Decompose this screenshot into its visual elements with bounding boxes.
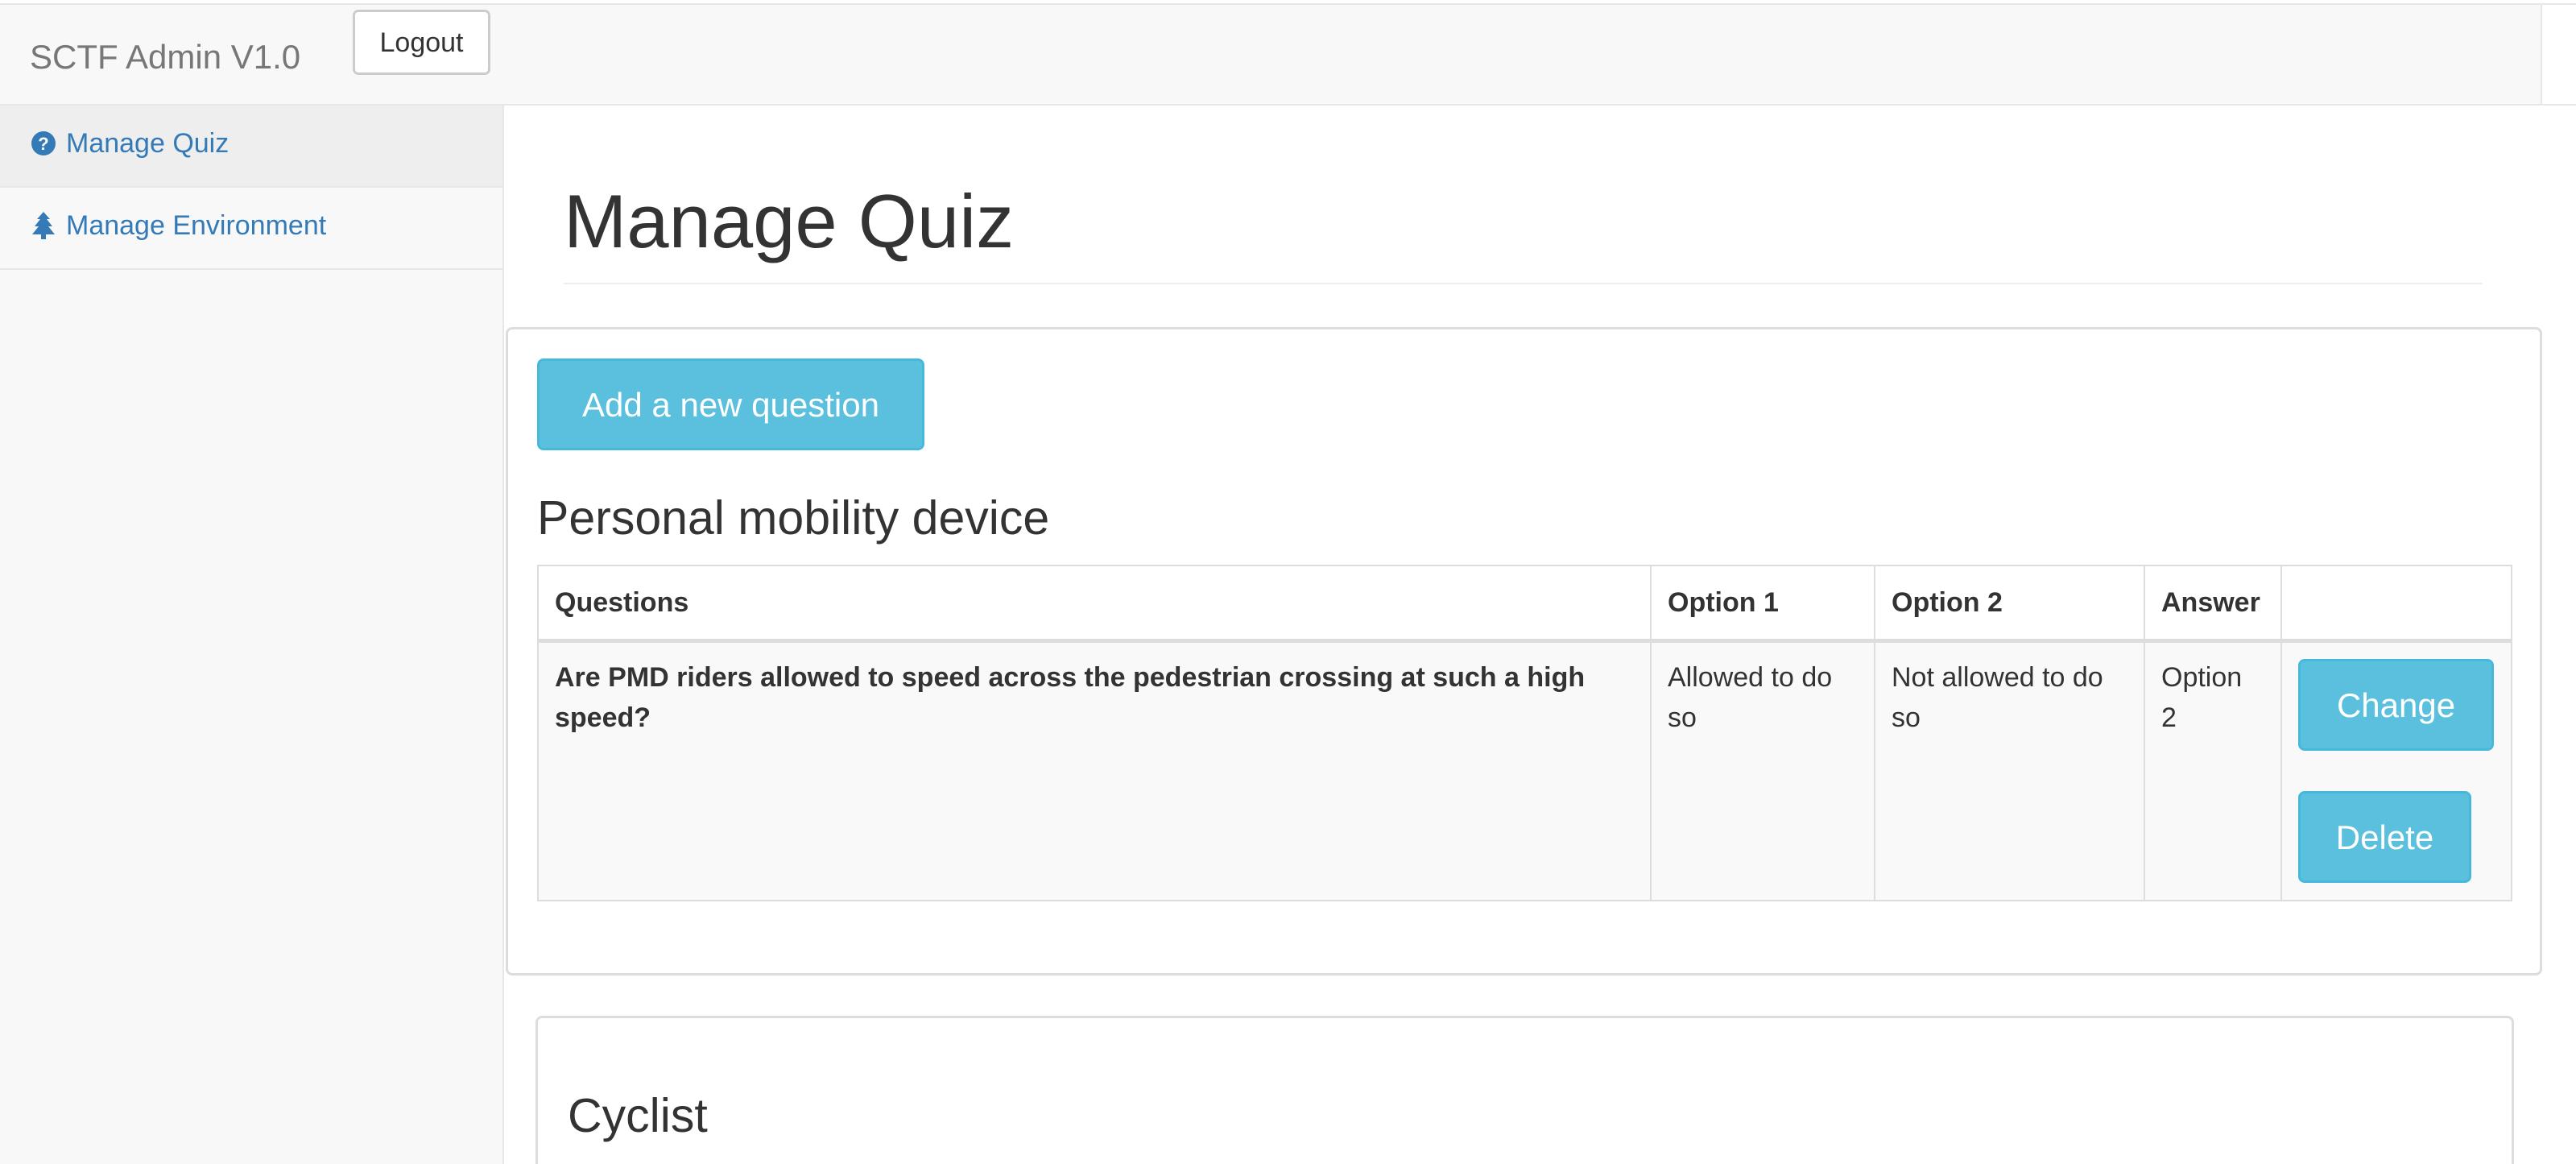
column-header-option-2: Option 2 — [1874, 565, 2145, 643]
column-header-option-1: Option 1 — [1650, 565, 1875, 643]
change-button[interactable]: Change — [2298, 658, 2494, 751]
sidebar-item-label: Manage Environment — [66, 210, 327, 241]
column-header-actions — [2280, 565, 2512, 643]
sidebar-item-manage-environment[interactable]: Manage Environment — [0, 188, 502, 270]
section-title-personal-mobility-device: Personal mobility device — [537, 491, 1050, 545]
option-1-cell: Allowed to do so — [1650, 640, 1875, 901]
quiz-panel-cyclist: Cyclist — [535, 1016, 2514, 1164]
add-question-button[interactable]: Add a new question — [537, 358, 924, 450]
sidebar-item-manage-quiz[interactable]: ? Manage Quiz — [0, 106, 502, 188]
svg-text:?: ? — [38, 134, 48, 154]
actions-cell: Change Delete — [2280, 640, 2512, 901]
table-header-row: Questions Option 1 Option 2 Answer — [537, 565, 2512, 643]
brand-title[interactable]: SCTF Admin V1.0 — [30, 37, 300, 77]
title-divider — [564, 283, 2483, 284]
sidebar-item-label: Manage Quiz — [66, 128, 229, 159]
column-header-answer: Answer — [2144, 565, 2282, 643]
sidebar: ? Manage Quiz Manage Environment — [0, 106, 504, 1164]
questions-table: Questions Option 1 Option 2 Answer Are P… — [537, 565, 2512, 901]
page-title: Manage Quiz — [564, 179, 1015, 263]
option-2-cell: Not allowed to do so — [1874, 640, 2145, 901]
question-cell: Are PMD riders allowed to speed across t… — [537, 640, 1652, 901]
question-circle-icon: ? — [31, 130, 56, 157]
column-header-questions: Questions — [537, 565, 1652, 643]
tree-icon — [31, 212, 56, 239]
answer-cell: Option 2 — [2144, 640, 2282, 901]
section-title-cyclist: Cyclist — [568, 1089, 708, 1142]
top-navbar: SCTF Admin V1.0 Logout — [0, 3, 2542, 106]
table-row: Are PMD riders allowed to speed across t… — [537, 640, 2512, 901]
logout-button[interactable]: Logout — [353, 10, 490, 75]
delete-button[interactable]: Delete — [2298, 790, 2471, 883]
navbar-edge — [2542, 3, 2576, 106]
